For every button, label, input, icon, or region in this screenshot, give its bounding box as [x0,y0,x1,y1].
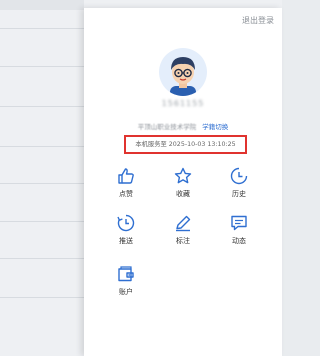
menu-item-label: 历史 [232,190,246,198]
user-id: 1561155 [161,99,205,108]
push-clock-icon [117,214,135,232]
background-divider [0,146,84,147]
menu-item-label: 推送 [119,237,133,245]
menu-item-annotate[interactable]: 标注 [163,213,203,246]
menu-item-label: 点赞 [119,190,133,198]
background-divider [0,258,84,259]
school-name: 平顶山职业技术学院 [137,123,197,131]
menu-item-label: 账户 [119,288,133,296]
menu-item-activity[interactable]: 动态 [219,213,259,246]
background-divider [0,28,84,29]
service-expiry: 本机服务至 2025-10-03 13:10:25 [124,135,247,154]
menu-item-likes[interactable]: 点赞 [106,166,146,199]
avatar[interactable] [159,48,207,96]
background-divider [0,221,84,222]
switch-school-link[interactable]: 学籍切换 [202,123,228,131]
clock-icon [230,167,248,185]
background-header [0,0,84,10]
background-divider [0,183,84,184]
menu-item-label: 收藏 [176,190,190,198]
background-divider [0,297,84,298]
menu-item-account[interactable]: 账户 [106,264,146,297]
menu-item-history[interactable]: 历史 [219,166,259,199]
school-row: 平顶山职业技术学院 学籍切换 [84,121,282,131]
avatar-illustration [170,57,196,96]
thumbs-up-icon [118,168,134,184]
logout-link[interactable]: 退出登录 [242,15,274,26]
menu-item-label: 标注 [176,237,190,245]
menu-item-push[interactable]: 推送 [106,213,146,246]
message-icon [231,215,247,231]
background-divider [0,106,84,107]
pencil-icon [176,215,191,232]
background-divider [0,66,84,67]
star-icon [174,167,192,184]
menu-item-favorites[interactable]: 收藏 [163,166,203,199]
menu-item-label: 动态 [232,237,246,245]
user-drawer: 退出登录 1561155 平顶山职业技术学院 学籍切换 本机服务至 2025-1… [84,8,282,356]
wallet-icon [118,266,134,282]
